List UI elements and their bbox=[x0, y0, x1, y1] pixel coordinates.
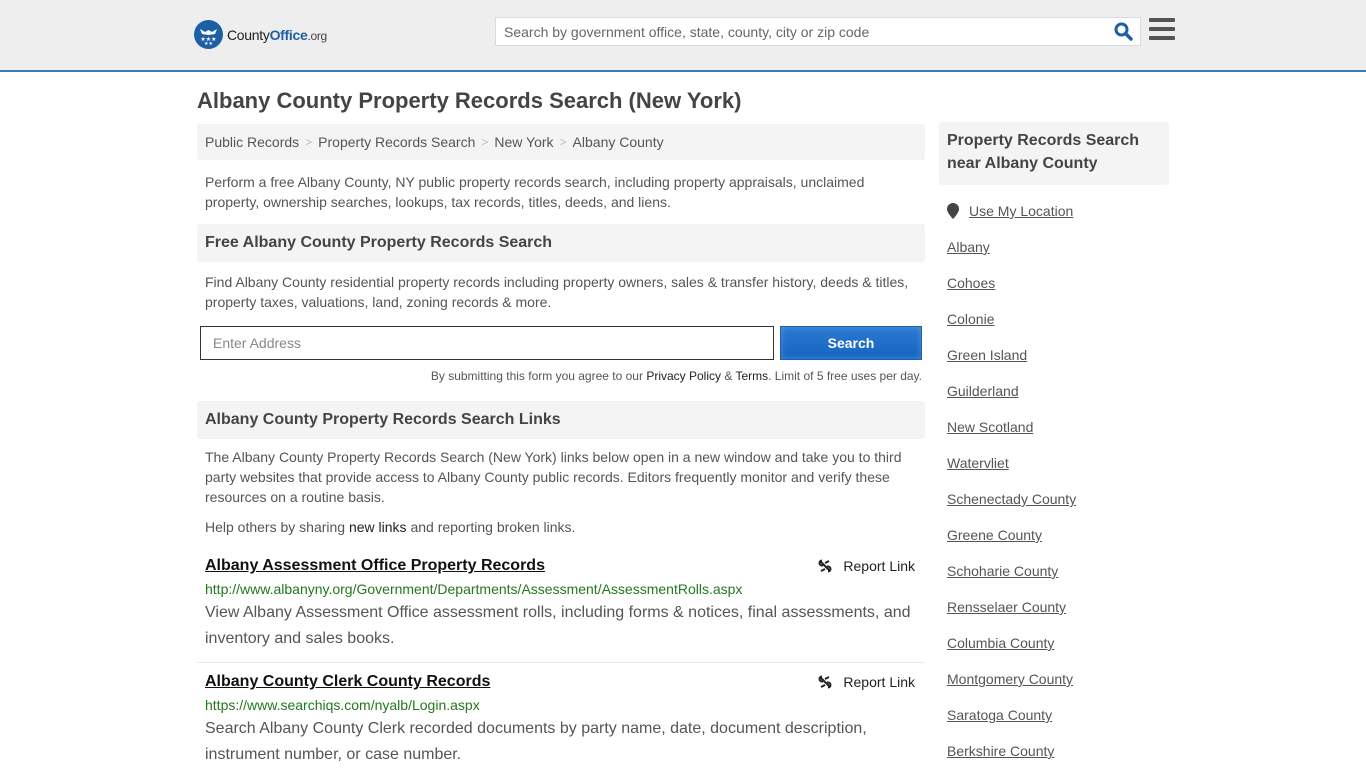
breadcrumb-albany-county: Albany County bbox=[572, 134, 664, 150]
help-suffix: and reporting broken links. bbox=[406, 519, 576, 535]
map-pin-icon bbox=[947, 203, 959, 219]
intro-text: Perform a free Albany County, NY public … bbox=[205, 174, 865, 210]
breadcrumb: Public Records > Property Records Search… bbox=[197, 124, 925, 160]
links-heading: Albany County Property Records Search Li… bbox=[197, 401, 925, 439]
broken-link-icon bbox=[818, 559, 832, 573]
main-content: Public Records > Property Records Search… bbox=[197, 124, 925, 768]
breadcrumb-separator: > bbox=[305, 135, 313, 149]
nearby-place-link[interactable]: Cohoes bbox=[947, 275, 1169, 291]
resource-link-url: http://www.albanyny.org/Government/Depar… bbox=[205, 581, 743, 597]
help-prefix: Help others by sharing bbox=[205, 519, 349, 535]
nearby-place-link[interactable]: Guilderland bbox=[947, 383, 1169, 399]
breadcrumb-public-records[interactable]: Public Records bbox=[205, 134, 299, 150]
resource-link-title[interactable]: Albany Assessment Office Property Record… bbox=[205, 557, 545, 575]
nearby-place-link[interactable]: New Scotland bbox=[947, 419, 1169, 435]
nearby-place-link[interactable]: Berkshire County bbox=[947, 743, 1169, 759]
resource-link-description: Search Albany County Clerk recorded docu… bbox=[205, 720, 867, 763]
terms-notice: By submitting this form you agree to our… bbox=[197, 369, 925, 383]
resource-link-url: https://www.searchiqs.com/nyalb/Login.as… bbox=[205, 697, 480, 713]
terms-prefix: By submitting this form you agree to our bbox=[430, 369, 647, 383]
logo-text: CountyOffice.org bbox=[227, 26, 327, 43]
links-description: The Albany County Property Records Searc… bbox=[205, 449, 902, 505]
terms-amp: & bbox=[721, 369, 736, 383]
nearby-place-link[interactable]: Watervliet bbox=[947, 455, 1169, 471]
sidebar: Property Records Search near Albany Coun… bbox=[939, 122, 1169, 779]
broken-link-icon bbox=[818, 675, 832, 689]
privacy-policy-link[interactable]: Privacy Policy bbox=[646, 369, 721, 383]
nearby-place-link[interactable]: Columbia County bbox=[947, 635, 1169, 651]
nearby-place-link[interactable]: Albany bbox=[947, 239, 1169, 255]
site-search-box bbox=[495, 17, 1141, 46]
nearby-place-link[interactable]: Green Island bbox=[947, 347, 1169, 363]
use-my-location-link[interactable]: Use My Location bbox=[969, 203, 1073, 219]
terms-link[interactable]: Terms bbox=[735, 369, 768, 383]
resource-link-item: Albany Assessment Office Property Record… bbox=[197, 557, 925, 652]
nearby-place-link[interactable]: Rensselaer County bbox=[947, 599, 1169, 615]
breadcrumb-property-records-search[interactable]: Property Records Search bbox=[318, 134, 475, 150]
nearby-place-link[interactable]: Schenectady County bbox=[947, 491, 1169, 507]
divider bbox=[197, 662, 925, 663]
free-search-description: Find Albany County residential property … bbox=[205, 274, 909, 310]
help-text: Help others by sharing new links and rep… bbox=[197, 517, 925, 537]
report-link-button[interactable]: Report Link bbox=[817, 558, 915, 574]
breadcrumb-separator: > bbox=[481, 135, 489, 149]
breadcrumb-new-york[interactable]: New York bbox=[494, 134, 553, 150]
address-search-button[interactable]: Search bbox=[780, 326, 922, 360]
free-search-heading: Free Albany County Property Records Sear… bbox=[197, 224, 925, 262]
eagle-stars-logo-icon: ★★★ ★★ bbox=[194, 20, 223, 49]
breadcrumb-separator: > bbox=[559, 135, 567, 149]
terms-suffix: . Limit of 5 free uses per day. bbox=[768, 369, 922, 383]
nearby-places-list: Use My Location Albany Cohoes Colonie Gr… bbox=[939, 185, 1169, 759]
resource-link-description: View Albany Assessment Office assessment… bbox=[205, 604, 911, 647]
new-links-link[interactable]: new links bbox=[349, 519, 407, 535]
site-header: ★★★ ★★ CountyOffice.org bbox=[0, 0, 1366, 72]
page-title: Albany County Property Records Search (N… bbox=[197, 88, 742, 113]
nearby-place-link[interactable]: Montgomery County bbox=[947, 671, 1169, 687]
use-location-row: Use My Location bbox=[947, 203, 1169, 219]
nearby-place-link[interactable]: Greene County bbox=[947, 527, 1169, 543]
site-logo[interactable]: ★★★ ★★ CountyOffice.org bbox=[194, 20, 327, 49]
svg-text:★★: ★★ bbox=[204, 41, 213, 45]
resource-link-title[interactable]: Albany County Clerk County Records bbox=[205, 673, 490, 691]
report-link-label: Report Link bbox=[843, 674, 915, 690]
nearby-place-link[interactable]: Saratoga County bbox=[947, 707, 1169, 723]
hamburger-menu-icon[interactable] bbox=[1149, 18, 1175, 42]
site-search-input[interactable] bbox=[496, 18, 1106, 45]
sidebar-heading: Property Records Search near Albany Coun… bbox=[939, 122, 1169, 185]
address-search-form: Search bbox=[197, 326, 925, 360]
address-input[interactable] bbox=[200, 326, 774, 360]
nearby-place-link[interactable]: Schoharie County bbox=[947, 563, 1169, 579]
search-icon[interactable] bbox=[1106, 18, 1140, 45]
report-link-label: Report Link bbox=[843, 558, 915, 574]
report-link-button[interactable]: Report Link bbox=[817, 674, 915, 690]
resource-link-item: Albany County Clerk County Records Repor… bbox=[197, 673, 925, 768]
nearby-place-link[interactable]: Colonie bbox=[947, 311, 1169, 327]
